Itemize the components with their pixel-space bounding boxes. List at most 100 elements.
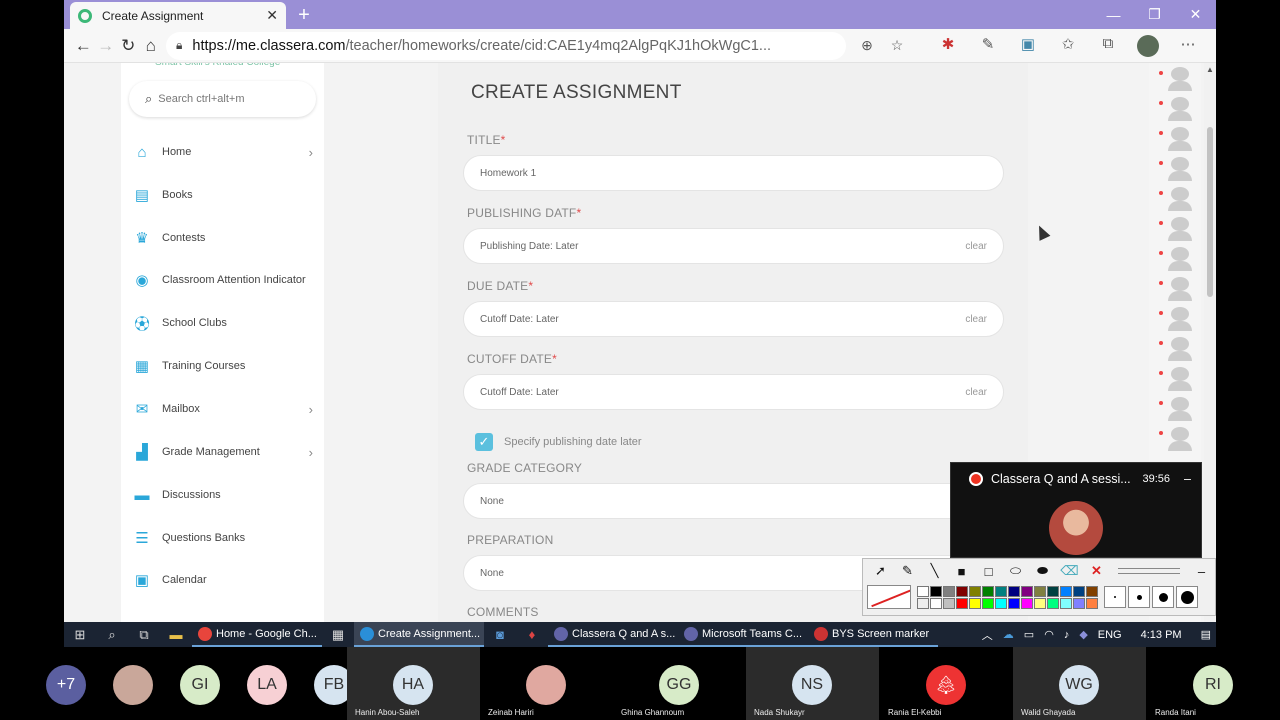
title-input[interactable]: Homework 1 [463,155,1004,191]
sidebar-item-discussions[interactable]: ▬ Discussions [133,484,313,506]
sidebar-item-books[interactable]: ▤ Books [133,184,313,206]
ellipse-icon[interactable]: ⬭ [1002,563,1029,579]
app-icon[interactable]: ♦ [516,622,548,647]
sidebar-item-home[interactable]: ⌂ Home › [133,141,313,163]
meeting-mini-window[interactable]: Classera Q and A sessi... 39:56 – [950,462,1202,558]
participant-tile[interactable]: WG Walid Ghayada [1013,647,1146,720]
sidebar-item-contests[interactable]: ♛ Contests [133,227,313,249]
sidebar-item-calendar[interactable]: ▣ Calendar [133,569,313,591]
clear-all-icon[interactable]: ✕ [1083,563,1110,579]
clock[interactable]: 4:13 PM [1141,629,1182,641]
line-width-slider[interactable] [1118,568,1180,574]
restore-icon[interactable]: ❐ [1134,0,1175,29]
extension-icon[interactable]: ✱ [928,35,968,57]
publishing-later-checkbox[interactable]: ✓ Specify publishing date later [475,433,642,451]
sidebar-search[interactable]: ⌕ Search ctrl+alt+m [129,81,316,117]
show-hidden-icon[interactable]: ︿ [982,627,993,643]
marker-minimize-icon[interactable]: – [1188,564,1215,579]
participant-tile[interactable]: RI Randa Itani [1147,647,1280,720]
favorite-add-icon[interactable]: ☆ [882,37,912,54]
more-menu-icon[interactable]: ⋯ [1168,35,1208,57]
extension-pen-icon[interactable]: ✎ [968,35,1008,57]
address-bar[interactable]: 🔒︎ https://me.classera.com /teacher/home… [166,31,846,60]
sidebar-item-clubs[interactable]: ⚽︎ School Clubs [133,312,313,334]
sidebar-item-attention[interactable]: ◉ Classroom Attention Indicator [133,269,313,291]
microphone-icon[interactable]: ♪ [1064,629,1070,641]
taskbar-app-teams[interactable]: Microsoft Teams C... [678,622,808,647]
sidebar-item-questions[interactable]: ☰ Questions Banks [133,527,313,549]
marker-options [863,583,1215,611]
sidebar-item-training[interactable]: ▦ Training Courses [133,355,313,377]
sidebar-item-mailbox[interactable]: ✉ Mailbox › [133,398,313,420]
windows-start-icon[interactable]: ⊞ [64,622,96,647]
page-scrollbar[interactable]: ▲ [1204,63,1216,622]
size-2[interactable] [1128,586,1150,608]
line-icon[interactable]: ╲ [921,563,948,579]
zoom-icon[interactable]: ⊕ [852,37,882,54]
participant-tile[interactable]: HA Hanin Abou-Saleh [347,647,480,720]
file-explorer-icon[interactable]: ▬ [160,622,192,647]
participant-tile[interactable]: GG Ghina Ghannoum [613,647,746,720]
eraser-icon[interactable]: ⌫ [1056,563,1083,579]
tab-close-icon[interactable]: ✕ [266,7,278,24]
pointer-icon[interactable]: ➚ [867,563,894,579]
scrollbar-thumb[interactable] [1207,127,1213,297]
taskbar-app-edge[interactable]: Create Assignment... [354,622,484,647]
list-icon: ☰ [135,530,149,547]
taskbar-app-teams-meeting[interactable]: Classera Q and A s... [548,622,678,647]
cutoff-date-input[interactable]: Cutoff Date: Later clear [463,374,1004,410]
home-button-icon[interactable]: ⌂ [140,31,163,61]
task-view-icon[interactable]: ⧉ [128,622,160,647]
taskbar-app-label: Home - Google Ch... [216,627,317,640]
participant-tile[interactable]: NS Nada Shukayr [746,647,879,720]
publishing-date-input[interactable]: Publishing Date: Later clear [463,228,1004,264]
participant-name: Rania El-Kebbi [888,708,942,717]
color-palette[interactable] [917,585,1098,609]
network-icon[interactable]: ▭ [1024,628,1034,641]
size-4[interactable] [1176,586,1198,608]
tab-create-assignment[interactable]: Create Assignment ✕ [70,2,286,29]
size-3[interactable] [1152,586,1174,608]
back-icon[interactable]: ← [72,31,95,61]
calculator-icon[interactable]: ▦ [322,622,354,647]
favorites-icon[interactable]: ✩ [1048,35,1088,57]
scroll-up-icon[interactable]: ▲ [1206,65,1214,74]
outlook-icon[interactable]: ◙ [484,622,516,647]
checkmark-icon[interactable]: ✓ [475,433,493,451]
sidebar-item-grades[interactable]: ▟ Grade Management › [133,441,313,463]
new-tab-button[interactable]: + [290,2,318,29]
participant-name: Zeinab Hariri [488,708,534,717]
extension-screen-icon[interactable]: ▣ [1008,35,1048,57]
onedrive-icon[interactable]: ☁ [1003,628,1014,641]
pen-icon[interactable]: ✎ [894,563,921,579]
minimize-icon[interactable]: — [1093,0,1134,29]
participant-photo [526,665,566,705]
language-indicator[interactable]: ENG [1098,629,1122,641]
participant-tile[interactable]: Zeinab Hariri [480,647,613,720]
clear-publishing-button[interactable]: clear [965,241,987,252]
collections-icon[interactable]: ⧉ [1088,35,1128,57]
clear-cutoff-button[interactable]: clear [965,387,987,398]
notifications-icon[interactable]: ▤ [1201,628,1211,641]
minimize-meeting-button[interactable]: – [1184,472,1191,486]
participant-tile[interactable]: 🌲︎ Rania El-Kebbi [880,647,1013,720]
profile-avatar[interactable] [1137,34,1159,57]
size-1[interactable] [1104,586,1126,608]
rect-icon[interactable]: □ [975,564,1002,579]
wifi-icon[interactable]: ◠ [1044,628,1054,641]
teams-tray-icon[interactable]: ◆ [1079,628,1087,641]
forward-icon[interactable]: → [95,31,118,61]
close-window-icon[interactable]: ✕ [1175,0,1216,29]
due-date-input[interactable]: Cutoff Date: Later clear [463,301,1004,337]
clear-due-button[interactable]: clear [965,314,987,325]
filled-ellipse-icon[interactable]: ⬬ [1029,563,1056,579]
title-label: TITLE* [467,133,506,147]
taskbar-app-screen-marker[interactable]: BYS Screen marker [808,622,938,647]
search-icon[interactable]: ⌕ [96,622,128,647]
taskbar-app-chrome[interactable]: Home - Google Ch... [192,622,322,647]
refresh-icon[interactable]: ↻ [117,31,140,61]
publishing-date-value: Publishing Date: Later [480,240,579,252]
filled-rect-icon[interactable]: ■ [948,564,975,579]
grade-category-select[interactable]: None [463,483,1004,519]
book-icon: ▤ [134,187,150,204]
